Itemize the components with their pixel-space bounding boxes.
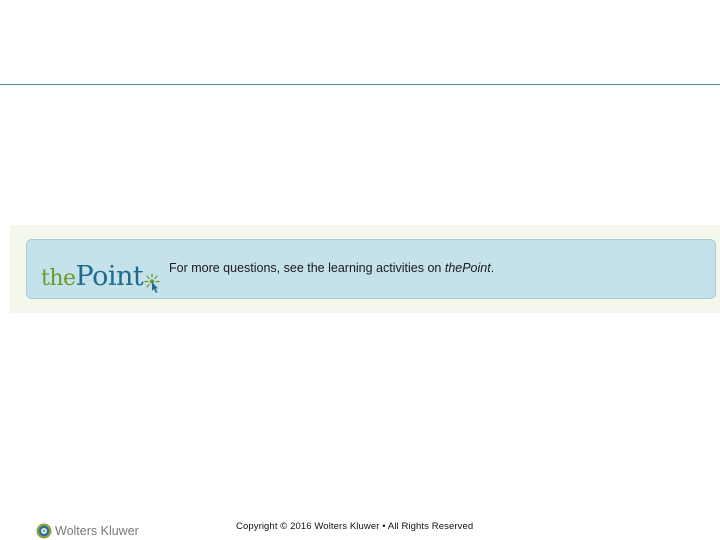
thepoint-logo: the Point [41,250,160,293]
banner-backdrop: the Point For more questions, see the le… [10,225,720,313]
banner-text-after: . [490,261,495,275]
banner-text-before: For more questions, see the learning act… [169,261,445,275]
copyright-notice: Copyright © 2016 Wolters Kluwer • All Ri… [236,521,474,532]
footer-company-logo: Wolters Kluwer [36,522,139,540]
banner-text-emphasis: thePoint [444,261,491,275]
thepoint-banner: the Point For more questions, see the le… [26,239,716,299]
wolters-kluwer-globe-icon [36,523,52,539]
header-divider [0,84,720,85]
logo-main: Point [75,261,144,292]
starburst-pointer-icon [144,273,160,293]
banner-message: For more questions, see the learning act… [169,261,494,275]
logo-prefix: the [41,266,76,291]
company-name: Wolters Kluwer [55,524,139,538]
